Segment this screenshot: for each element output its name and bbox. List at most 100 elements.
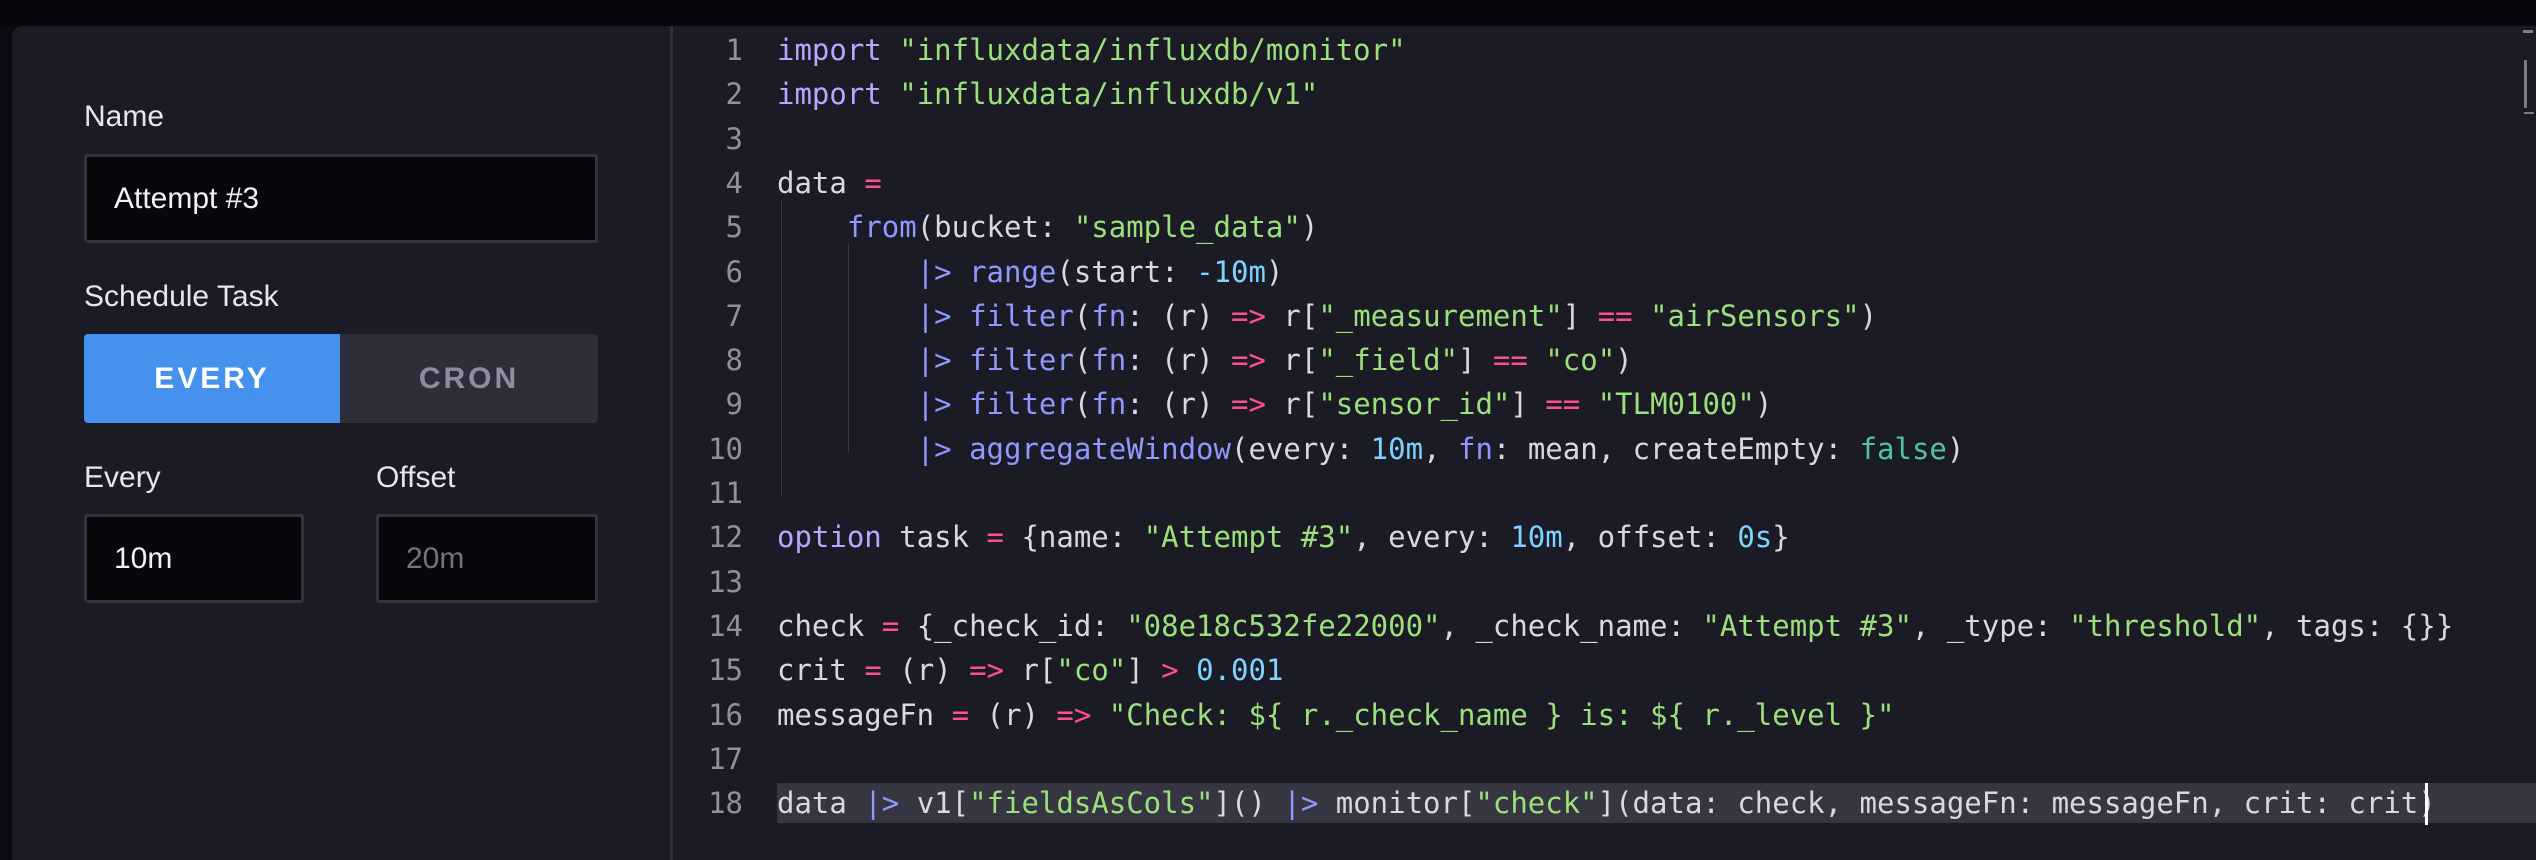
line-number: 14 (708, 608, 743, 643)
code-line[interactable]: 13 (673, 560, 2536, 604)
code-token: ] (1562, 298, 1598, 333)
code-token: } (1772, 520, 1790, 555)
code-token: "Check: ${ r._check_name } is: ${ r._lev… (1108, 697, 1895, 732)
code-token: ( (1073, 298, 1092, 333)
name-label: Name (84, 100, 165, 133)
code-token: "_field" (1318, 343, 1458, 378)
code-line[interactable]: 4 data = (673, 161, 2536, 205)
code-line[interactable]: 16 messageFn = (r) => "Check: ${ r._check… (673, 693, 2536, 737)
code-line[interactable]: 7 |> filter(fn: (r) => r["_measurement"]… (673, 294, 2536, 338)
code-token: ] (1510, 387, 1546, 422)
code-text: import "influxdata/influxdb/monitor" (777, 28, 1406, 72)
top-bar (0, 0, 2536, 26)
flux-code-editor[interactable]: 1 import "influxdata/influxdb/monitor" 2 im… (673, 26, 2536, 860)
code-line[interactable]: 6 |> range(start: -10m) (673, 250, 2536, 294)
code-token: import (777, 77, 882, 112)
schedule-task-label: Schedule Task (84, 280, 279, 313)
line-number: 2 (725, 77, 743, 112)
code-token: check (777, 608, 882, 643)
code-text: data |> v1["fieldsAsCols"]() |> monitor[… (777, 781, 2436, 825)
code-line[interactable]: 15 crit = (r) => r["co"] > 0.001 (673, 648, 2536, 692)
code-token: {_check_id: (899, 608, 1127, 643)
code-token: "airSensors" (1650, 298, 1860, 333)
code-token: r[ (1004, 653, 1057, 688)
code-token: > (1161, 653, 1179, 688)
code-token: : (r) (1126, 343, 1231, 378)
code-line[interactable]: 8 |> filter(fn: (r) => r["_field"] == "c… (673, 338, 2536, 382)
line-number: 4 (725, 165, 743, 200)
code-token: messageFn (777, 697, 952, 732)
code-token: , every: (1353, 520, 1511, 555)
code-line[interactable]: 9 |> filter(fn: (r) => r["sensor_id"] ==… (673, 382, 2536, 426)
code-token: fn (1091, 387, 1127, 422)
code-token: ) (1754, 387, 1773, 422)
code-token: = (864, 165, 882, 200)
line-number: 10 (708, 431, 743, 466)
code-token: task (881, 520, 987, 555)
code-line[interactable]: 5 from(bucket: "sample_data") (673, 205, 2536, 249)
code-token: filter (969, 343, 1074, 378)
code-line[interactable]: 11 (673, 471, 2536, 515)
code-token: -10m (1196, 254, 1266, 289)
code-text: check = {_check_id: "08e18c532fe22000", … (777, 604, 2453, 648)
code-token: |> (916, 387, 952, 422)
code-token: == (1492, 343, 1528, 378)
line-number: 16 (708, 697, 743, 732)
code-line[interactable]: 3 (673, 117, 2536, 161)
code-token: r[ (1265, 387, 1319, 422)
code-line[interactable]: 14 check = {_check_id: "08e18c532fe22000"… (673, 604, 2536, 648)
code-token: |> (1283, 786, 1319, 821)
code-token: : (r) (1126, 387, 1231, 422)
code-token: "influxdata/influxdb/v1" (899, 77, 1319, 112)
code-token: import (777, 33, 882, 67)
code-line[interactable]: 17 (673, 737, 2536, 781)
line-number: 11 (708, 476, 743, 510)
code-text: |> aggregateWindow(every: 10m, fn: mean,… (777, 427, 1965, 471)
code-token: , _type: (1911, 608, 2070, 643)
line-number: 18 (708, 786, 743, 821)
code-token: "influxdata/influxdb/monitor" (899, 33, 1406, 67)
cron-option-button[interactable]: CRON (340, 334, 598, 423)
code-token: r[ (1265, 343, 1319, 378)
every-input[interactable] (84, 514, 304, 603)
line-number: 5 (725, 210, 743, 245)
code-token: aggregateWindow (969, 431, 1231, 466)
code-token: filter (969, 298, 1074, 333)
code-text: |> range(start: -10m) (777, 250, 1284, 294)
name-input[interactable] (84, 154, 598, 243)
code-token: "threshold" (2069, 608, 2262, 643)
code-token: = (951, 697, 970, 732)
every-label: Every (84, 461, 161, 494)
offset-input[interactable] (376, 514, 598, 603)
code-token: ( (1073, 343, 1092, 378)
code-token: ) (1265, 254, 1284, 289)
text-cursor (2425, 783, 2428, 825)
line-number: 1 (725, 33, 743, 67)
code-token: => (1231, 387, 1266, 422)
line-number: 9 (725, 387, 743, 422)
code-line[interactable]: 10 |> aggregateWindow(every: 10m, fn: me… (673, 427, 2536, 471)
code-token: v1[ (899, 786, 970, 821)
code-token: |> (916, 298, 952, 333)
code-token: = (881, 608, 900, 643)
code-token: 10m (1510, 520, 1563, 555)
code-line[interactable]: 1 import "influxdata/influxdb/monitor" (673, 28, 2536, 72)
code-token: ](data: check, messageFn: messageFn, cri… (1597, 786, 2436, 821)
code-token: = (864, 653, 882, 688)
code-token: ] (1126, 653, 1162, 688)
line-number: 6 (725, 254, 743, 289)
code-line[interactable]: 12 option task = {name: "Attempt #3", eve… (673, 515, 2536, 559)
code-token: "TLM0100" (1597, 387, 1755, 422)
every-option-button[interactable]: EVERY (84, 334, 340, 423)
code-token: r[ (1265, 298, 1319, 333)
code-line[interactable]: 2 import "influxdata/influxdb/v1" (673, 72, 2536, 116)
code-line[interactable]: 18 data |> v1["fieldsAsCols"]() |> monito… (673, 781, 2536, 825)
